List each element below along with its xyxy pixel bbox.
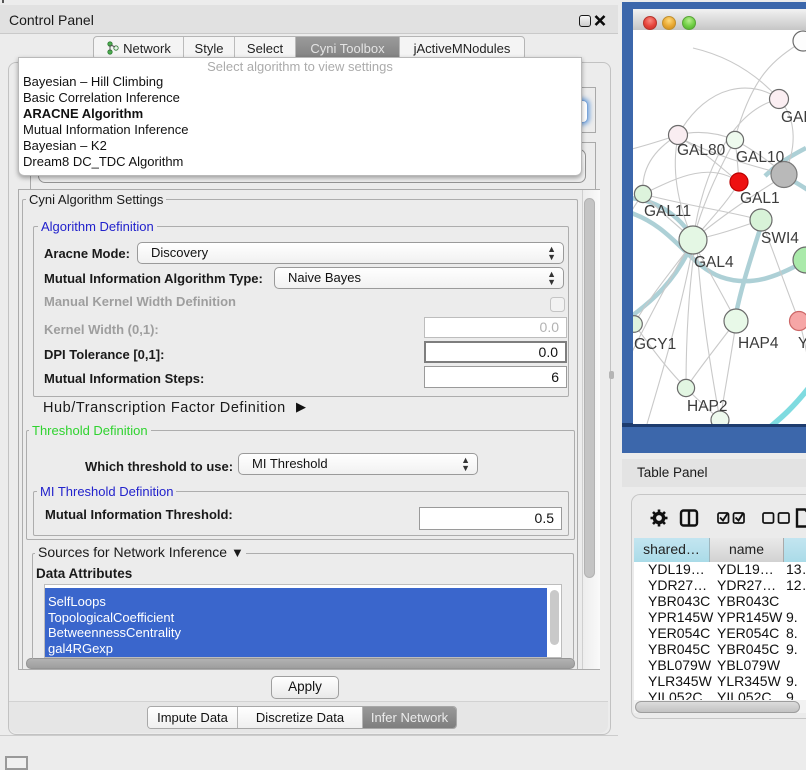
svg-text:GAL10: GAL10 bbox=[736, 149, 785, 166]
svg-text:GAL: GAL bbox=[781, 109, 806, 126]
svg-text:GAL4: GAL4 bbox=[694, 254, 734, 271]
svg-text:SWI4: SWI4 bbox=[761, 230, 799, 247]
svg-text:GCY1: GCY1 bbox=[634, 336, 676, 353]
svg-text:GAL11: GAL11 bbox=[644, 203, 691, 220]
svg-text:Y: Y bbox=[798, 335, 806, 352]
svg-text:GAL80: GAL80 bbox=[677, 142, 726, 159]
svg-text:HAP4: HAP4 bbox=[738, 335, 779, 352]
svg-text:GAL1: GAL1 bbox=[740, 190, 780, 207]
svg-text:HAP2: HAP2 bbox=[687, 398, 728, 415]
